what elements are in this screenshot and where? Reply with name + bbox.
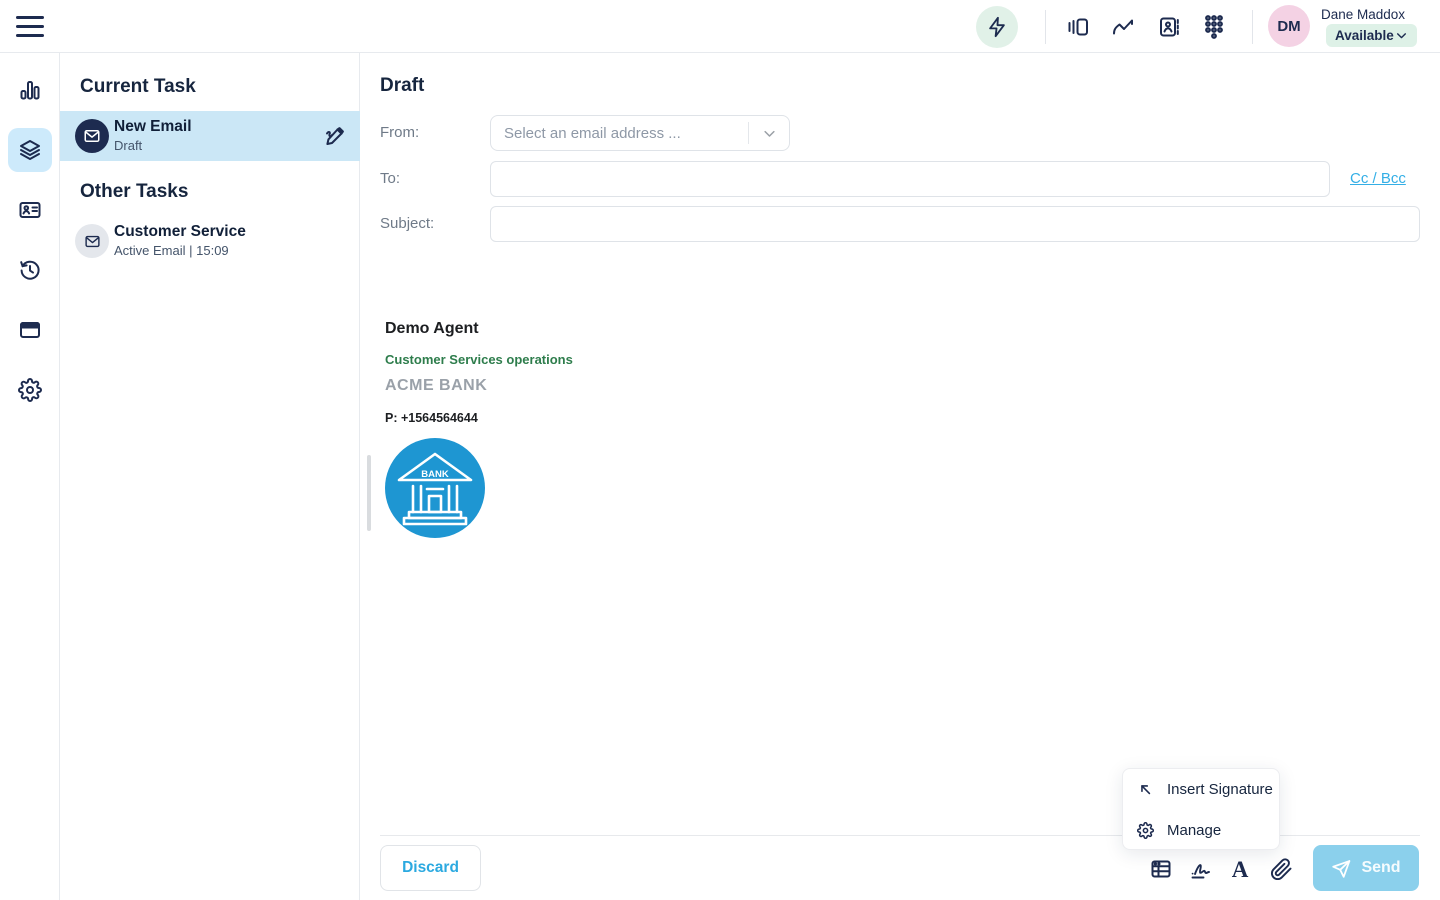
current-task-heading: Current Task bbox=[80, 76, 196, 98]
signature-pen-icon bbox=[323, 124, 347, 148]
app-window: DM Dane Maddox Available bbox=[0, 0, 1440, 900]
send-button[interactable]: Send bbox=[1313, 845, 1419, 891]
attach-file-button[interactable] bbox=[1268, 856, 1294, 882]
bar-chart-icon bbox=[18, 78, 42, 102]
line-chart-icon bbox=[1111, 15, 1135, 39]
contacts-button[interactable] bbox=[1157, 15, 1181, 39]
signature-role: Customer Services operations bbox=[385, 352, 573, 367]
rail-item-contacts[interactable] bbox=[8, 188, 52, 232]
quick-actions-button[interactable] bbox=[976, 6, 1018, 48]
contact-card-icon bbox=[18, 198, 42, 222]
rail-item-dashboard[interactable] bbox=[8, 68, 52, 112]
task-row-customer-service[interactable]: Customer Service Active Email | 15:09 bbox=[60, 216, 360, 266]
bank-logo-text: BANK bbox=[421, 469, 449, 480]
tasks-panel: Current Task New Email Draft bbox=[60, 53, 360, 900]
layers-icon bbox=[18, 138, 42, 162]
window-icon bbox=[18, 318, 42, 342]
status-dropdown[interactable]: Available bbox=[1326, 24, 1417, 47]
edit-draft-button[interactable] bbox=[323, 124, 347, 148]
rail-item-settings[interactable] bbox=[8, 368, 52, 412]
subject-input[interactable] bbox=[490, 206, 1420, 242]
dialpad-icon bbox=[1202, 13, 1226, 39]
panel-resize-handle[interactable] bbox=[367, 455, 371, 531]
top-bar: DM Dane Maddox Available bbox=[0, 0, 1440, 53]
to-label: To: bbox=[380, 170, 400, 187]
table-icon bbox=[1149, 857, 1173, 881]
topbar-divider bbox=[1045, 10, 1046, 44]
panels-button[interactable] bbox=[1066, 15, 1090, 39]
from-placeholder: Select an email address ... bbox=[491, 125, 748, 142]
avatar-initials: DM bbox=[1277, 18, 1300, 35]
analytics-button[interactable] bbox=[1111, 15, 1135, 39]
history-icon bbox=[18, 258, 42, 282]
menu-item-label: Manage bbox=[1167, 822, 1221, 839]
to-input[interactable] bbox=[490, 161, 1330, 197]
other-tasks-heading: Other Tasks bbox=[80, 181, 188, 203]
rail-item-tasks[interactable] bbox=[8, 128, 52, 172]
page-title: Draft bbox=[380, 75, 424, 97]
bank-logo: BANK bbox=[383, 436, 487, 540]
arrow-up-left-icon bbox=[1137, 781, 1154, 798]
status-label: Available bbox=[1335, 28, 1394, 43]
user-name: Dane Maddox bbox=[1321, 7, 1405, 22]
signature-name: Demo Agent bbox=[385, 320, 479, 338]
panels-icon bbox=[1066, 15, 1090, 39]
lightning-icon bbox=[986, 16, 1008, 38]
discard-button[interactable]: Discard bbox=[380, 845, 481, 891]
dialpad-button[interactable] bbox=[1202, 14, 1226, 38]
draft-composer: Draft From: Select an email address ... … bbox=[360, 53, 1440, 900]
user-avatar[interactable]: DM bbox=[1268, 5, 1310, 47]
email-task-avatar bbox=[75, 224, 109, 258]
font-icon: A bbox=[1232, 858, 1249, 881]
send-label: Send bbox=[1361, 859, 1400, 877]
from-select-caret[interactable] bbox=[749, 126, 789, 141]
rail-item-browser[interactable] bbox=[8, 308, 52, 352]
topbar-divider bbox=[1252, 10, 1253, 44]
envelope-icon bbox=[83, 127, 101, 145]
insert-table-button[interactable] bbox=[1148, 856, 1174, 882]
task-row-new-email[interactable]: New Email Draft bbox=[60, 111, 360, 161]
task-subtitle: Draft bbox=[114, 138, 142, 153]
menu-item-label: Insert Signature bbox=[1167, 781, 1273, 798]
chevron-down-icon bbox=[1395, 29, 1408, 42]
task-title: New Email bbox=[114, 118, 192, 136]
signature-menu: Insert Signature Manage bbox=[1122, 768, 1280, 850]
gear-icon bbox=[1137, 822, 1154, 839]
contact-book-icon bbox=[1157, 15, 1181, 39]
paperclip-icon bbox=[1270, 858, 1293, 881]
menu-item-manage[interactable]: Manage bbox=[1123, 810, 1279, 851]
menu-item-insert-signature[interactable]: Insert Signature bbox=[1123, 769, 1279, 810]
email-task-avatar bbox=[75, 119, 109, 153]
signature-phone: P: +1564564644 bbox=[385, 411, 478, 425]
cc-bcc-link[interactable]: Cc / Bcc bbox=[1350, 170, 1406, 187]
chevron-down-icon bbox=[762, 126, 777, 141]
task-title: Customer Service bbox=[114, 223, 246, 241]
signature-company: ACME BANK bbox=[385, 377, 487, 395]
gear-icon bbox=[18, 378, 42, 402]
envelope-icon bbox=[84, 233, 101, 250]
from-select[interactable]: Select an email address ... bbox=[490, 115, 790, 151]
hamburger-menu-icon[interactable] bbox=[16, 16, 44, 37]
from-label: From: bbox=[380, 124, 419, 141]
send-plane-icon bbox=[1331, 858, 1352, 879]
insert-signature-button[interactable] bbox=[1188, 856, 1214, 882]
font-style-button[interactable]: A bbox=[1227, 856, 1253, 882]
subject-label: Subject: bbox=[380, 215, 434, 232]
task-subtitle: Active Email | 15:09 bbox=[114, 243, 229, 258]
left-icon-rail bbox=[0, 53, 60, 900]
signature-icon bbox=[1188, 856, 1214, 882]
rail-item-history[interactable] bbox=[8, 248, 52, 292]
